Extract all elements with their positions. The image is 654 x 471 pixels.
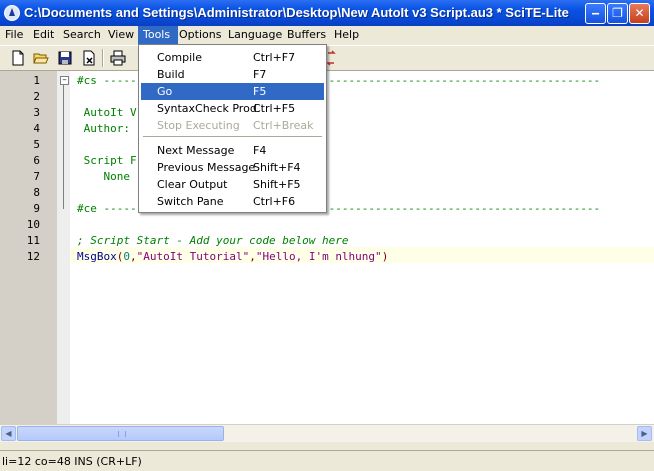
menu-bar: File Edit Search View Tools Options Lang… xyxy=(0,26,654,44)
menu-item-clear-output[interactable]: Clear Output Shift+F5 xyxy=(141,176,324,193)
menu-language[interactable]: Language xyxy=(223,26,287,44)
line-number: 8 xyxy=(33,186,40,199)
line-number: 2 xyxy=(33,90,40,103)
comma-token: , xyxy=(249,250,256,263)
toolbar-separator xyxy=(102,49,104,67)
menu-separator xyxy=(143,136,322,137)
menu-item-build[interactable]: Build F7 xyxy=(141,66,324,83)
menu-item-label: Clear Output xyxy=(157,178,228,191)
menu-item-stop-executing: Stop Executing Ctrl+Break xyxy=(141,117,324,134)
menu-edit[interactable]: Edit xyxy=(28,26,59,44)
save-icon[interactable] xyxy=(57,50,73,66)
menu-options[interactable]: Options xyxy=(174,26,226,44)
comma-token: , xyxy=(130,250,137,263)
line-number: 1 xyxy=(33,74,40,87)
menu-item-label: Go xyxy=(157,85,173,98)
window-title: C:\Documents and Settings\Administrator\… xyxy=(24,5,569,20)
menu-item-syntaxcheck-prod[interactable]: SyntaxCheck Prod Ctrl+F5 xyxy=(141,100,324,117)
maximize-button[interactable]: ❐ xyxy=(607,3,628,24)
menu-tools[interactable]: Tools xyxy=(138,26,178,44)
menu-item-shortcut: Shift+F4 xyxy=(253,161,301,174)
menu-item-shortcut: F7 xyxy=(253,68,267,81)
line-number: 5 xyxy=(33,138,40,151)
toolbar xyxy=(0,45,654,70)
code-line-4: Author: xyxy=(77,122,130,135)
menu-item-label: SyntaxCheck Prod xyxy=(157,102,257,115)
horizontal-scrollbar[interactable]: ◀ ▶ xyxy=(0,424,654,442)
scroll-thumb[interactable] xyxy=(17,426,224,441)
fold-margin[interactable]: − xyxy=(57,71,70,425)
line-number: 12 xyxy=(26,250,40,263)
code-line-6: Script F xyxy=(77,154,137,167)
menu-item-compile[interactable]: Compile Ctrl+F7 xyxy=(141,49,324,66)
paren-token: ) xyxy=(381,250,389,263)
menu-item-shortcut: Shift+F5 xyxy=(253,178,301,191)
code-editor[interactable]: 1 2 3 4 5 6 7 8 9 10 11 12 − #cs -------… xyxy=(0,70,654,425)
menu-item-switch-pane[interactable]: Switch Pane Ctrl+F6 xyxy=(141,193,324,210)
code-line-12: MsgBox(0,"AutoIt Tutorial","Hello, I'm n… xyxy=(77,250,388,263)
line-number: 3 xyxy=(33,106,40,119)
menu-item-label: Next Message xyxy=(157,144,235,157)
func-token: MsgBox xyxy=(77,250,117,263)
scite-app-icon[interactable] xyxy=(4,5,20,21)
menu-search[interactable]: Search xyxy=(58,26,106,44)
menu-buffers[interactable]: Buffers xyxy=(282,26,331,44)
menu-item-label: Previous Message xyxy=(157,161,256,174)
line-number: 11 xyxy=(26,234,40,247)
menu-item-shortcut: F5 xyxy=(253,85,267,98)
menu-help[interactable]: Help xyxy=(329,26,364,44)
menu-item-label: Build xyxy=(157,68,185,81)
menu-item-label: Stop Executing xyxy=(157,119,240,132)
menu-item-next-message[interactable]: Next Message F4 xyxy=(141,142,324,159)
string-token: "Hello, I'm nlhung" xyxy=(255,250,382,263)
menu-item-label: Compile xyxy=(157,51,202,64)
replace-arrows-icon[interactable] xyxy=(326,50,336,66)
menu-item-previous-message[interactable]: Previous Message Shift+F4 xyxy=(141,159,324,176)
menu-view[interactable]: View xyxy=(103,26,139,44)
close-button[interactable]: ✕ xyxy=(629,3,650,24)
number-token: 0 xyxy=(123,250,130,263)
open-folder-icon[interactable] xyxy=(33,50,49,66)
scroll-left-button[interactable]: ◀ xyxy=(1,426,16,441)
string-token: "AutoIt Tutorial" xyxy=(136,250,250,263)
line-number: 6 xyxy=(33,154,40,167)
line-number: 4 xyxy=(33,122,40,135)
fold-guide-line xyxy=(63,85,64,209)
line-number: 10 xyxy=(26,218,40,231)
menu-item-go[interactable]: Go F5 xyxy=(141,83,324,100)
minimize-button[interactable]: ‒ xyxy=(585,3,606,24)
status-bar: li=12 co=48 INS (CR+LF) xyxy=(0,450,654,471)
new-file-icon[interactable] xyxy=(10,50,26,66)
line-number: 7 xyxy=(33,170,40,183)
line-number: 9 xyxy=(33,202,40,215)
title-bar: C:\Documents and Settings\Administrator\… xyxy=(0,0,654,26)
close-file-icon[interactable] xyxy=(81,50,97,66)
menu-item-shortcut: Ctrl+F7 xyxy=(253,51,296,64)
status-text: li=12 co=48 INS (CR+LF) xyxy=(2,455,142,468)
code-line-7: None xyxy=(77,170,130,183)
fold-collapse-icon[interactable]: − xyxy=(60,76,69,85)
tools-dropdown-menu: Compile Ctrl+F7 Build F7 Go F5 SyntaxChe… xyxy=(138,44,327,213)
code-line-3: AutoIt V xyxy=(77,106,137,119)
menu-item-shortcut: Ctrl+Break xyxy=(253,119,314,132)
menu-item-shortcut: Ctrl+F5 xyxy=(253,102,296,115)
menu-item-shortcut: Ctrl+F6 xyxy=(253,195,296,208)
print-icon[interactable] xyxy=(110,50,126,66)
menu-item-label: Switch Pane xyxy=(157,195,224,208)
scroll-right-button[interactable]: ▶ xyxy=(637,426,652,441)
menu-item-shortcut: F4 xyxy=(253,144,267,157)
menu-file[interactable]: File xyxy=(0,26,28,44)
line-number-gutter: 1 2 3 4 5 6 7 8 9 10 11 12 xyxy=(0,71,57,425)
code-line-11: ; Script Start - Add your code below her… xyxy=(77,234,349,247)
